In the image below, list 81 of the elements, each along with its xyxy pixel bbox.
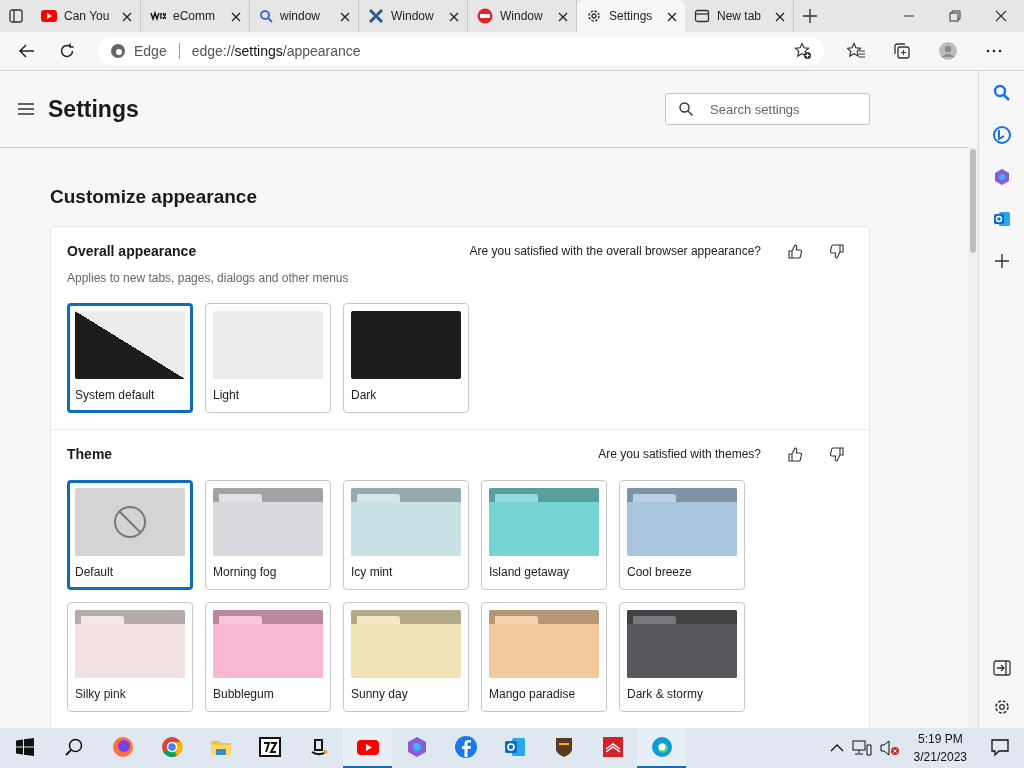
browser-tab[interactable]: Settings <box>577 0 685 32</box>
panel-toggle-icon[interactable] <box>992 660 1011 676</box>
collections-icon[interactable] <box>893 42 911 60</box>
scrollbar[interactable] <box>968 147 978 728</box>
clock-time: 5:19 PM <box>917 731 963 748</box>
no-theme-icon <box>113 505 147 539</box>
option-label: Bubblegum <box>213 687 275 701</box>
search-field[interactable]: Search settings <box>665 93 870 125</box>
section-title: Overall appearance <box>67 243 198 259</box>
browser-logo-icon[interactable] <box>649 735 674 759</box>
url-text: edge://settings/appearance <box>191 43 361 59</box>
browser-logo-icon[interactable] <box>110 735 135 759</box>
option-label: Dark <box>351 388 378 402</box>
mail-logo-icon[interactable] <box>991 209 1012 229</box>
appearance-option[interactable]: Default <box>67 480 193 590</box>
option-label: Island getaway <box>489 565 571 579</box>
settings-icon <box>586 8 602 24</box>
menu-icon[interactable] <box>18 103 34 115</box>
clock-date: 3/21/2023 <box>913 749 967 766</box>
section-title: Theme <box>67 446 114 462</box>
video-play-icon <box>41 10 57 22</box>
option-label: Silky pink <box>75 687 127 701</box>
thumbs-down-icon[interactable] <box>830 243 844 259</box>
restore-icon[interactable] <box>948 9 962 23</box>
feedback-question: Are you satisfied with themes? <box>598 447 761 461</box>
round-logo-icon <box>477 8 493 24</box>
option-label: Dark & stormy <box>627 687 704 701</box>
site-label: Edge <box>134 43 167 59</box>
appearance-option[interactable]: Mango paradise <box>481 602 607 712</box>
section-heading: Customize appearance <box>50 186 258 208</box>
appearance-option[interactable]: System default <box>67 303 193 413</box>
appearance-option[interactable]: Light <box>205 303 331 413</box>
page-title: Settings <box>48 95 140 123</box>
option-label: Morning fog <box>213 565 278 579</box>
notifications-icon[interactable] <box>990 738 1009 756</box>
social-logo-icon[interactable] <box>453 735 478 759</box>
browser-logo-icon <box>110 43 126 59</box>
archive-app-icon[interactable] <box>257 735 282 759</box>
appearance-option[interactable]: Morning fog <box>205 480 331 590</box>
thumbs-up-icon[interactable] <box>788 446 802 462</box>
appearance-option[interactable]: Sunny day <box>343 602 469 712</box>
close-icon[interactable] <box>994 9 1008 23</box>
appearance-option[interactable]: Dark <box>343 303 469 413</box>
refresh-icon[interactable] <box>59 43 75 59</box>
option-label: Icy mint <box>351 565 394 579</box>
appearance-option[interactable]: Icy mint <box>343 480 469 590</box>
thumbs-up-icon[interactable] <box>788 243 802 259</box>
network-icon[interactable] <box>851 740 872 756</box>
muted-speaker-icon[interactable] <box>879 740 900 756</box>
search-icon <box>259 9 273 23</box>
feedback-question: Are you satisfied with the overall browser appearance? <box>469 244 761 258</box>
address-field[interactable]: Edge edge://settings/appearance <box>98 37 824 65</box>
start-icon[interactable] <box>15 738 34 756</box>
thumbs-down-icon[interactable] <box>830 446 844 462</box>
option-label: Mango paradise <box>489 687 577 701</box>
option-label: Light <box>213 388 241 402</box>
new-tab-page-icon <box>694 8 710 24</box>
option-label: Sunny day <box>351 687 409 701</box>
appearance-option[interactable]: Cool breeze <box>619 480 745 590</box>
settings-icon[interactable] <box>992 698 1011 716</box>
back-icon[interactable] <box>19 44 35 58</box>
appearance-option[interactable]: Bubblegum <box>205 602 331 712</box>
browser-logo-icon[interactable] <box>159 735 184 759</box>
mail-logo-icon[interactable] <box>502 735 527 759</box>
section-description: Applies to new tabs, pages, dialogs and other menus <box>67 271 350 285</box>
search-icon[interactable] <box>64 738 83 756</box>
appearance-option[interactable]: Island getaway <box>481 480 607 590</box>
bank-logo-icon[interactable] <box>600 735 625 759</box>
option-label: Cool breeze <box>627 565 693 579</box>
favorites-icon[interactable] <box>847 42 865 60</box>
avatar-icon[interactable] <box>939 42 957 60</box>
option-label: System default <box>75 388 156 402</box>
add-favorite-icon[interactable] <box>794 42 812 60</box>
logo-icon <box>150 11 166 21</box>
appearance-option[interactable]: Dark & stormy <box>619 602 745 712</box>
clock[interactable]: 5:19 PM 3/21/2023 <box>905 730 975 766</box>
chevron-up-icon[interactable] <box>829 743 844 753</box>
cross-logo-icon <box>368 8 384 24</box>
option-label: Default <box>75 565 115 579</box>
search-icon <box>679 102 693 116</box>
appearance-option[interactable]: Silky pink <box>67 602 193 712</box>
